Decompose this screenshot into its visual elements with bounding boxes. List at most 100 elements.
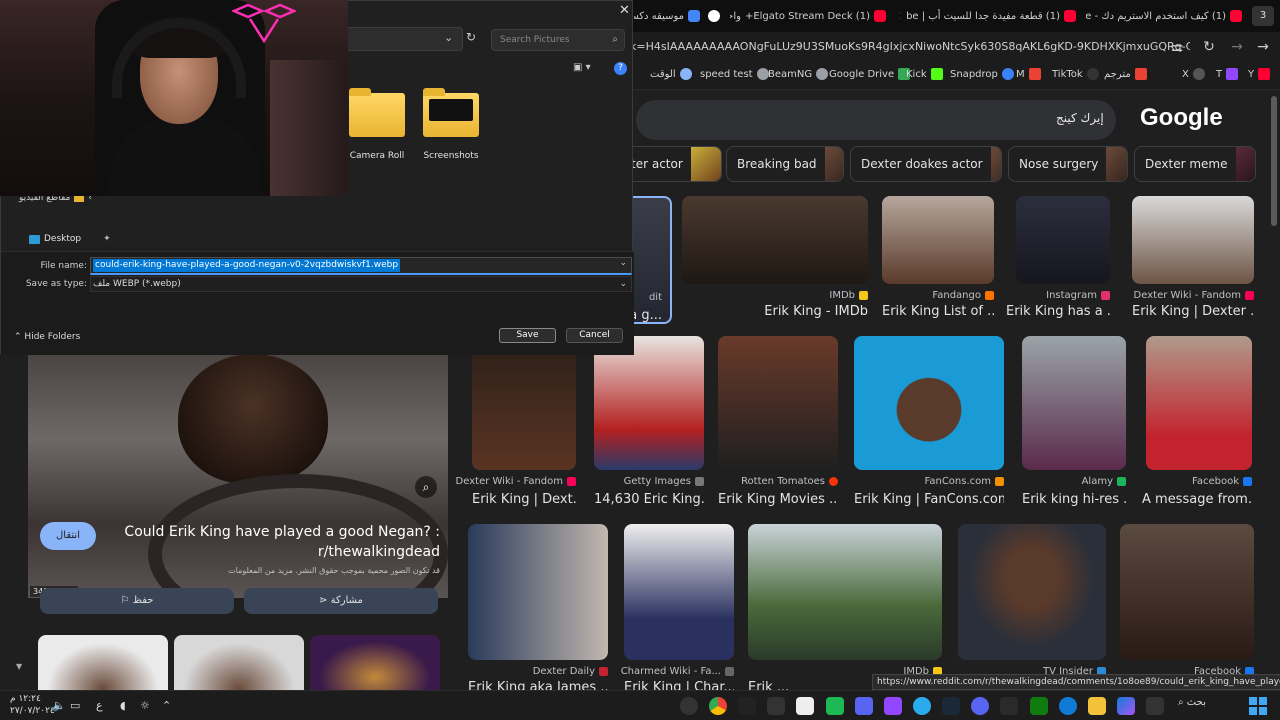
cancel-button[interactable]: Cancel bbox=[566, 328, 623, 343]
result-title[interactable]: Erik King List of ... bbox=[882, 304, 994, 319]
page-scrollbar[interactable] bbox=[1271, 96, 1277, 226]
result-image[interactable] bbox=[624, 524, 734, 660]
tab-google[interactable] bbox=[706, 4, 724, 28]
result-image[interactable] bbox=[472, 336, 576, 470]
file-explorer-icon[interactable] bbox=[1088, 697, 1106, 715]
tab-1[interactable]: موسيقه دكستر bbox=[634, 4, 704, 28]
folder-screenshots[interactable]: Screenshots bbox=[421, 88, 481, 161]
result-image[interactable] bbox=[958, 524, 1106, 660]
result-image[interactable] bbox=[718, 336, 838, 470]
result-title[interactable]: Erik King Movies ... bbox=[718, 492, 838, 507]
result-image[interactable] bbox=[1016, 196, 1110, 284]
result-title[interactable]: Erik King | FanCons.com bbox=[854, 492, 1004, 507]
bookmark-time[interactable]: الوقت bbox=[650, 68, 692, 80]
result-card[interactable]: Facebook A message from... bbox=[1142, 336, 1252, 508]
result-title[interactable]: 14,630 Eric King... bbox=[594, 492, 704, 507]
result-image[interactable] bbox=[682, 196, 868, 284]
save-button[interactable]: Save bbox=[499, 328, 556, 343]
bookmark-x[interactable]: X bbox=[1182, 68, 1205, 80]
brightness-icon[interactable]: ☼ bbox=[140, 699, 150, 712]
result-card[interactable]: IMDb Erik ... bbox=[748, 524, 942, 690]
result-card[interactable]: Getty Images 14,630 Eric King... bbox=[594, 336, 704, 508]
chip-nose-surgery[interactable]: Nose surgery bbox=[1008, 146, 1128, 182]
result-title[interactable]: Erik King | Dext... bbox=[472, 492, 576, 507]
related-image[interactable] bbox=[310, 635, 440, 690]
tray-overflow-icon[interactable]: ⌃ bbox=[162, 699, 171, 712]
result-card[interactable]: Rotten Tomatoes Erik King Movies ... bbox=[718, 336, 838, 508]
chip-ter-actor[interactable]: ter actor bbox=[620, 146, 722, 182]
workspace-button[interactable]: 3 bbox=[1252, 6, 1274, 26]
tab-4[interactable]: (1) كيف استخدم الاستريم دك - Tube✕ bbox=[1086, 4, 1246, 28]
share-button[interactable]: مشاركة ⋖ bbox=[244, 588, 438, 614]
bookmark-speedtest[interactable]: speed test bbox=[700, 68, 769, 80]
network-icon[interactable]: ▭ bbox=[70, 699, 80, 712]
related-image[interactable] bbox=[38, 635, 168, 690]
speaker-icon[interactable]: 🔈 bbox=[52, 699, 66, 712]
scroll-down-icon[interactable]: ▼ bbox=[16, 662, 22, 671]
result-card[interactable]: IMDb Erik King - IMDb bbox=[682, 196, 868, 324]
windows-start-icon[interactable] bbox=[1249, 697, 1267, 715]
hide-folders-toggle[interactable]: ⌃ Hide Folders bbox=[14, 332, 80, 342]
result-title[interactable]: Erik King | Dexter ... bbox=[1132, 304, 1254, 319]
result-title[interactable]: Erik King | Char... bbox=[624, 680, 734, 690]
result-card[interactable]: Fandango Erik King List of ... bbox=[882, 196, 994, 324]
google-search-box[interactable]: إيرك كينج bbox=[636, 100, 1116, 140]
save-type-select[interactable]: ملف WEBP (*.webp) ⌄ bbox=[90, 276, 632, 292]
view-options-icon[interactable]: ▣ ▾ bbox=[573, 62, 591, 73]
result-image[interactable] bbox=[748, 524, 942, 660]
close-tab-icon[interactable]: ✕ bbox=[900, 9, 902, 23]
microphone-icon[interactable]: ◖ bbox=[120, 699, 126, 712]
chevron-down-icon[interactable]: ⌄ bbox=[619, 258, 627, 268]
app-icon[interactable] bbox=[855, 697, 873, 715]
bookmark-kick[interactable]: Kick bbox=[906, 68, 943, 80]
sidebar-item-desktop[interactable]: Desktop ✦ bbox=[29, 234, 111, 244]
tune-icon[interactable]: ⚌ bbox=[1168, 38, 1186, 56]
task-view-icon[interactable] bbox=[1146, 697, 1164, 715]
edge-icon[interactable] bbox=[1059, 697, 1077, 715]
reload-icon[interactable]: ↻ bbox=[1200, 38, 1218, 56]
result-image[interactable] bbox=[1120, 524, 1254, 660]
file-name-field[interactable]: could-erik-king-have-played-a-good-negan… bbox=[90, 257, 632, 275]
result-card[interactable]: TV Insider bbox=[958, 524, 1106, 690]
chip-breaking-bad[interactable]: Breaking bad bbox=[726, 146, 844, 182]
result-image[interactable] bbox=[854, 336, 1004, 470]
result-card[interactable]: Instagram Erik King has a ... bbox=[1006, 196, 1110, 324]
app-icon[interactable] bbox=[884, 697, 902, 715]
google-logo[interactable]: Google bbox=[1140, 104, 1223, 132]
app-icon[interactable] bbox=[680, 697, 698, 715]
steam-icon[interactable] bbox=[942, 697, 960, 715]
tab-3[interactable]: (1) قطعة مفيدة جدا للسيت أب | be✕ bbox=[900, 4, 1080, 28]
bookmark-snapdrop[interactable]: Snapdrop bbox=[950, 68, 1014, 80]
forward-icon[interactable]: → bbox=[1228, 38, 1246, 56]
result-title[interactable]: Erik King has a ... bbox=[1006, 304, 1110, 319]
save-button[interactable]: حفظ ⚐ bbox=[40, 588, 234, 614]
search-query[interactable]: إيرك كينج bbox=[1056, 111, 1104, 125]
result-title[interactable]: Erik king hi-res ... bbox=[1022, 492, 1126, 507]
related-image[interactable] bbox=[174, 635, 304, 690]
app-icon[interactable] bbox=[1000, 697, 1018, 715]
result-image[interactable] bbox=[1022, 336, 1126, 470]
bookmark-tiktok[interactable]: TikTok bbox=[1052, 68, 1099, 80]
notepad-icon[interactable] bbox=[796, 697, 814, 715]
result-card[interactable]: FanCons.com Erik King | FanCons.com bbox=[854, 336, 1004, 508]
search-pictures-input[interactable]: Search Pictures ⌕ bbox=[491, 29, 625, 51]
bookmark-drive[interactable]: Google Drive bbox=[829, 68, 911, 80]
result-image[interactable] bbox=[594, 336, 704, 470]
result-title[interactable]: Erik King - IMDb bbox=[682, 304, 868, 319]
chrome-icon[interactable] bbox=[709, 697, 727, 715]
bookmark-beamng[interactable]: BeamNG bbox=[768, 68, 829, 80]
result-image[interactable] bbox=[1146, 336, 1252, 470]
close-icon[interactable]: ✕ bbox=[619, 3, 630, 18]
help-icon[interactable]: ? bbox=[614, 62, 627, 75]
telegram-icon[interactable] bbox=[913, 697, 931, 715]
result-image[interactable] bbox=[1132, 196, 1254, 284]
app-icon[interactable] bbox=[826, 697, 844, 715]
result-card[interactable]: Charmed Wiki - Fa... Erik King | Char... bbox=[621, 524, 734, 690]
bookmark-youtube[interactable]: Y bbox=[1248, 68, 1271, 80]
result-card[interactable]: Facebook bbox=[1120, 524, 1254, 690]
url-field[interactable]: k=H4sIAAAAAAAAAONgFuLUz9U3SMuoKs9R4gIxjc… bbox=[630, 34, 1190, 60]
app-icon[interactable] bbox=[767, 697, 785, 715]
discord-icon[interactable] bbox=[971, 697, 989, 715]
back-icon[interactable]: → bbox=[1254, 38, 1272, 56]
lens-icon[interactable]: ⌕ bbox=[415, 476, 437, 498]
